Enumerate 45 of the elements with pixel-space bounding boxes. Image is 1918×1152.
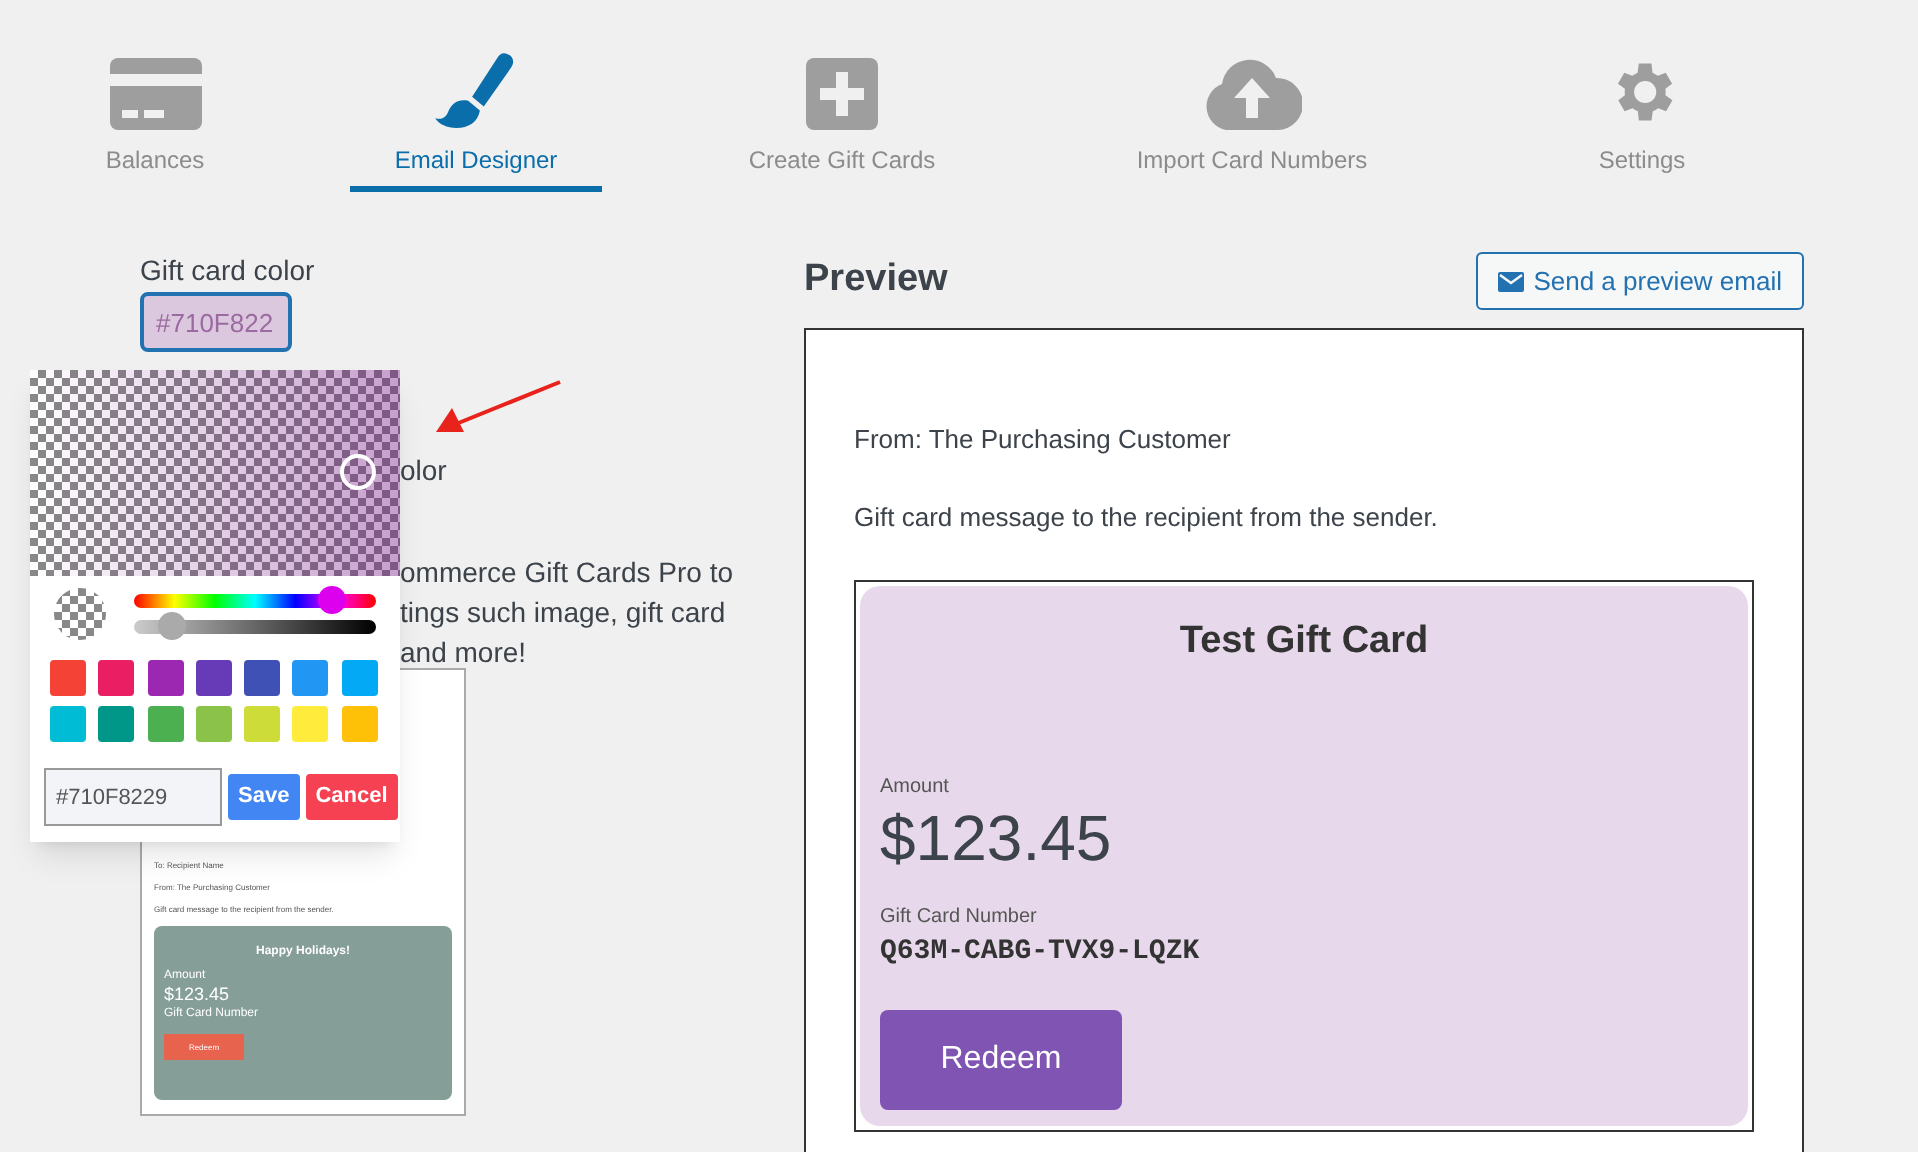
color-swatch[interactable] bbox=[244, 660, 281, 696]
credit-card-icon bbox=[109, 58, 201, 130]
color-swatch[interactable] bbox=[292, 660, 329, 696]
amount-value: $123.45 bbox=[880, 801, 1114, 873]
amount-label: Amount bbox=[880, 773, 951, 801]
cancel-button[interactable]: Cancel bbox=[305, 774, 398, 820]
color-swatch[interactable] bbox=[244, 706, 281, 742]
nav-tab[interactable]: Balances bbox=[60, 52, 250, 192]
nav-tab[interactable]: Email Designer bbox=[350, 52, 602, 192]
plus-square-icon bbox=[806, 58, 878, 130]
color-swatch[interactable] bbox=[341, 706, 378, 742]
card-number-label: Gift Card Number bbox=[880, 903, 1039, 931]
color-swatch[interactable] bbox=[50, 706, 86, 742]
description-text: ommerce Gift Cards Pro to bbox=[400, 554, 733, 592]
preview-heading: Preview bbox=[804, 256, 948, 305]
color-swatch[interactable] bbox=[98, 660, 135, 696]
card-number: Q63M-CABG-TVX9-LQZK bbox=[880, 933, 1202, 971]
description-text: tings such image, gift card bbox=[400, 594, 726, 632]
color-swatch[interactable] bbox=[195, 660, 232, 696]
nav-tab[interactable]: Create Gift Cards bbox=[702, 52, 982, 192]
hex-input[interactable]: #710F8229 bbox=[44, 768, 222, 826]
thumbnail-amount: $123.45 bbox=[164, 984, 232, 1004]
color-swatch[interactable] bbox=[147, 706, 184, 742]
cloud-upload-icon bbox=[1202, 58, 1302, 130]
color-swatch[interactable] bbox=[98, 706, 135, 742]
envelope-icon bbox=[1497, 271, 1524, 291]
field-label: olor bbox=[400, 452, 449, 488]
email-text: Gift card message to the recipient from the sender. bbox=[854, 500, 1440, 536]
color-swatch[interactable] bbox=[341, 660, 378, 696]
color-handle[interactable] bbox=[340, 454, 376, 490]
nav-tab[interactable]: Import Card Numbers bbox=[1082, 52, 1422, 192]
color-swatch[interactable] bbox=[292, 706, 329, 742]
color-area[interactable] bbox=[30, 370, 400, 576]
color-input[interactable]: #710F822 bbox=[140, 292, 292, 352]
description-text: and more! bbox=[400, 634, 527, 672]
email-text: From: The Purchasing Customer bbox=[854, 422, 1233, 458]
color-swatch[interactable] bbox=[50, 660, 86, 696]
gift-card-title: Test Gift Card bbox=[1179, 618, 1429, 666]
color-swatch[interactable] bbox=[147, 660, 184, 696]
redeem-button[interactable]: Redeem bbox=[880, 1009, 1122, 1109]
save-button[interactable]: Save bbox=[228, 774, 300, 820]
color-swatch[interactable] bbox=[195, 706, 232, 742]
nav-tab[interactable]: Settings bbox=[1522, 52, 1762, 192]
field-label: Gift card color bbox=[140, 252, 317, 288]
send-preview-button[interactable]: Send a preview email bbox=[1475, 252, 1804, 310]
